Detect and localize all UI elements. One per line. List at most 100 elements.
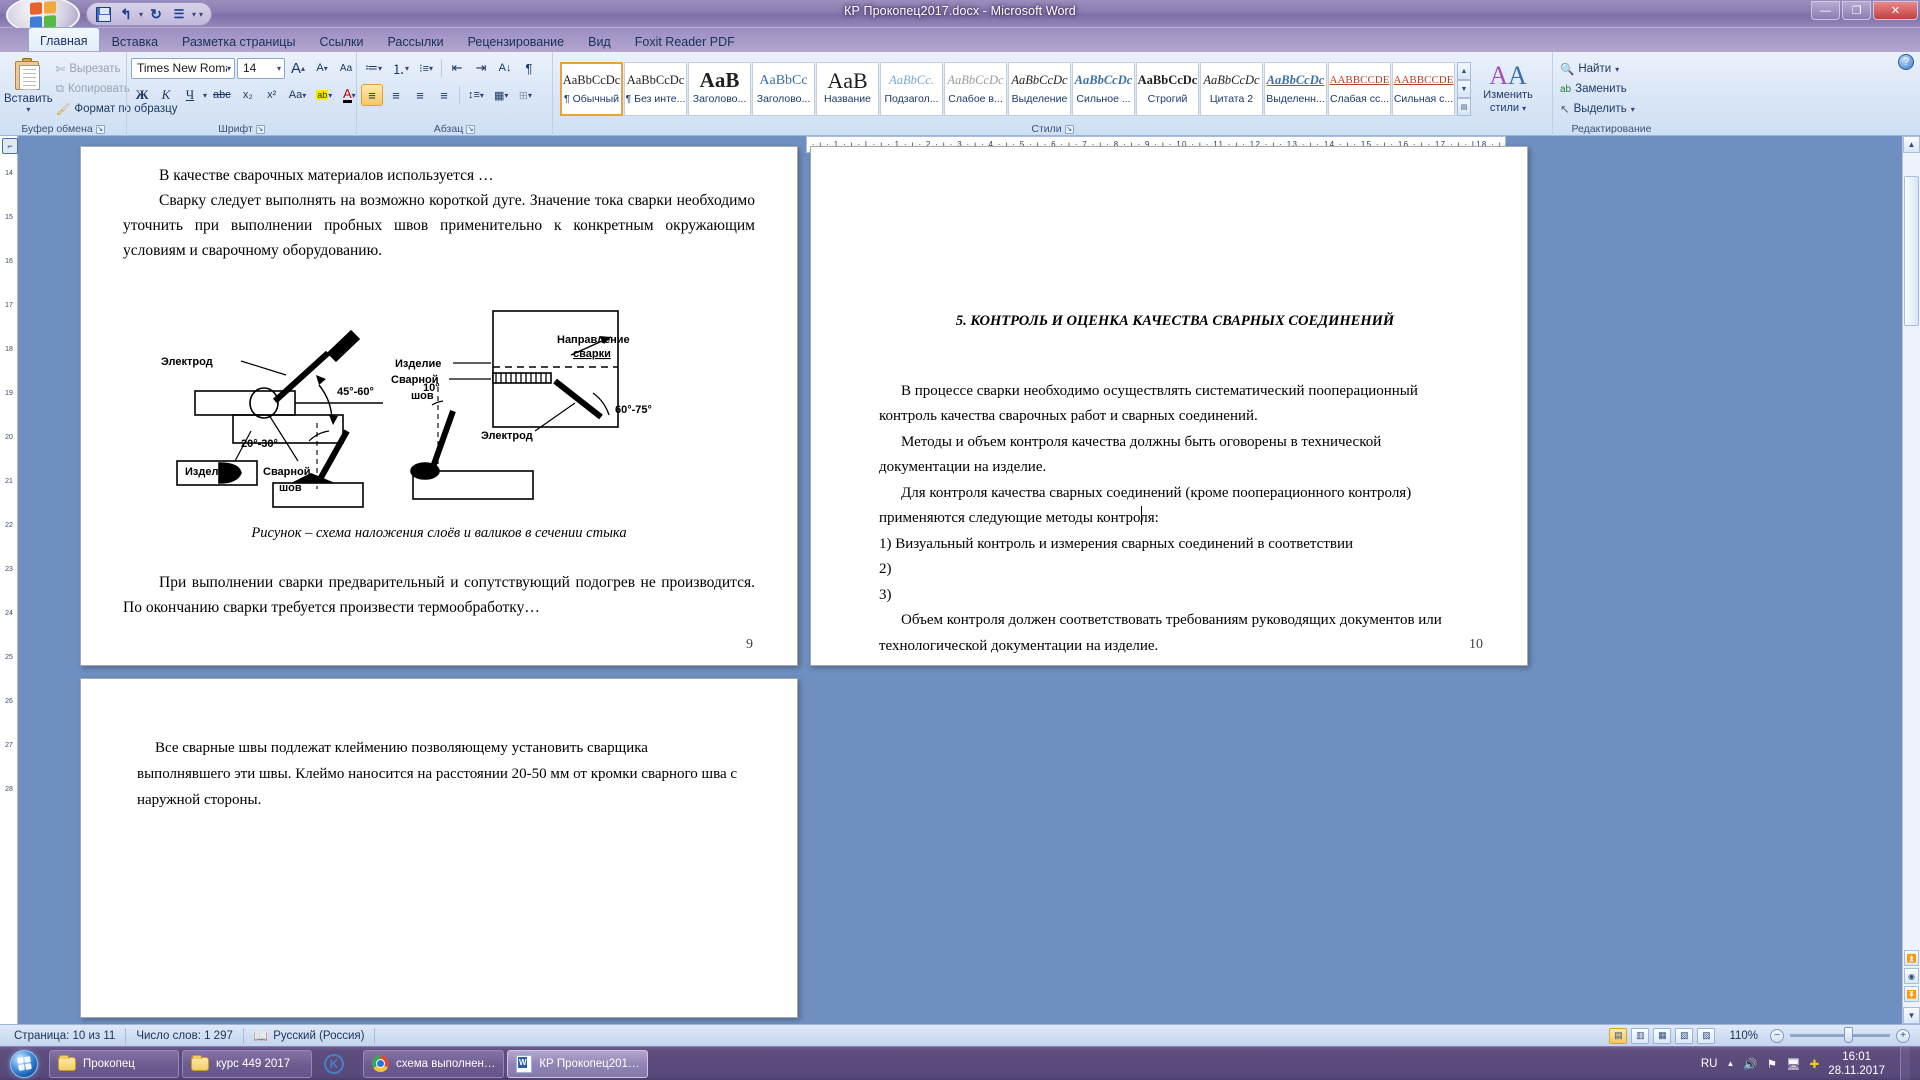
zoom-track[interactable]: [1790, 1027, 1890, 1043]
align-center-button[interactable]: ≡: [385, 84, 407, 106]
paste-button[interactable]: Вставить ▾: [4, 56, 53, 114]
vertical-ruler[interactable]: 14 15 16 17 18 19 20 21 22 23 24 25 26 2…: [0, 136, 18, 1024]
language-indicator[interactable]: RU: [1701, 1058, 1718, 1070]
tab-rassylki[interactable]: Рассылки: [375, 29, 455, 51]
style-item-vydelenie[interactable]: AaBbCcDc Выделение: [1008, 62, 1071, 116]
borders-button[interactable]: ⊞ ▾: [514, 84, 536, 106]
clock[interactable]: 16:01 28.11.2017: [1828, 1050, 1885, 1078]
previous-page-icon[interactable]: ⏫: [1904, 950, 1919, 966]
scroll-thumb[interactable]: [1904, 176, 1919, 326]
clear-formatting-button[interactable]: Aa: [335, 57, 357, 79]
multilevel-list-button[interactable]: ⁝≡ ▾: [415, 57, 437, 79]
select-browse-object-icon[interactable]: ◉: [1904, 968, 1919, 984]
line-spacing-button[interactable]: ↕≡ ▾: [464, 84, 488, 106]
scroll-up-icon[interactable]: ▲: [1903, 136, 1920, 153]
show-formatting-marks-button[interactable]: ¶: [518, 57, 540, 79]
underline-button[interactable]: Ч: [179, 84, 201, 106]
shading-button[interactable]: ▦ ▾: [490, 84, 512, 106]
tab-vstavka[interactable]: Вставка: [100, 29, 170, 51]
tab-foxit-reader-pdf[interactable]: Foxit Reader PDF: [623, 29, 747, 51]
network-icon[interactable]: ⚑: [1767, 1057, 1777, 1071]
style-item-obychnyy[interactable]: AaBbCcDc ¶ Обычный: [560, 62, 623, 116]
start-button[interactable]: [2, 1048, 46, 1079]
styles-scroll-down-icon[interactable]: ▼: [1457, 80, 1471, 98]
maximize-button[interactable]: ❐: [1842, 1, 1871, 20]
clipboard-dialog-launcher[interactable]: ↘: [95, 124, 105, 134]
style-item-nazvanie[interactable]: AaB Название: [816, 62, 879, 116]
help-icon[interactable]: ?: [1898, 54, 1914, 70]
view-print-layout-button[interactable]: ▤: [1609, 1027, 1628, 1044]
view-web-layout-button[interactable]: ▦: [1653, 1027, 1672, 1044]
tab-recenzirovanie[interactable]: Рецензирование: [456, 29, 577, 51]
status-word-count[interactable]: Число слов: 1 297: [126, 1027, 244, 1044]
view-full-screen-reading-button[interactable]: ▥: [1631, 1027, 1650, 1044]
italic-button[interactable]: К: [155, 84, 177, 106]
monitor-icon[interactable]: 🖥: [1786, 1057, 1801, 1071]
replace-button[interactable]: ab Заменить: [1557, 79, 1630, 99]
paragraph-dialog-launcher[interactable]: ↘: [466, 124, 476, 134]
tab-glavnaya[interactable]: Главная: [28, 27, 100, 51]
strikethrough-button[interactable]: abc: [209, 84, 235, 106]
style-item-strogiy[interactable]: AaBbCcDc Строгий: [1136, 62, 1199, 116]
tab-razmetka[interactable]: Разметка страницы: [170, 29, 307, 51]
style-item-bez-intervala[interactable]: AaBbCcDc ¶ Без инте...: [624, 62, 687, 116]
style-item-podzagolovok[interactable]: AaBbCc. Подзагол...: [880, 62, 943, 116]
zoom-thumb[interactable]: [1844, 1027, 1853, 1043]
decrease-indent-button[interactable]: ⇤: [446, 57, 468, 79]
document-page-11[interactable]: Все сварные швы подлежат клеймению позво…: [80, 678, 798, 1018]
show-desktop-button[interactable]: [1900, 1046, 1910, 1080]
scroll-down-icon[interactable]: ▼: [1903, 1007, 1920, 1024]
style-item-slaboe-vydelenie[interactable]: AaBbCcDc Слабое в...: [944, 62, 1007, 116]
style-item-zagolovok-2[interactable]: AaBbCc Заголово...: [752, 62, 815, 116]
superscript-button[interactable]: x²: [261, 84, 283, 106]
status-page-indicator[interactable]: Страница: 10 из 11: [4, 1027, 127, 1044]
document-page-9[interactable]: В качестве сварочных материалов использу…: [80, 146, 798, 666]
bullets-button[interactable]: ≔ ▾: [361, 57, 386, 79]
next-page-icon[interactable]: ⏬: [1904, 986, 1919, 1002]
styles-gallery[interactable]: AaBbCcDc ¶ Обычный AaBbCcDc ¶ Без инте..…: [557, 60, 1538, 118]
bold-button[interactable]: Ж: [131, 84, 153, 106]
tab-stop-selector[interactable]: ⌐: [2, 138, 18, 154]
view-draft-button[interactable]: ▨: [1697, 1027, 1716, 1044]
font-size-dropdown-icon[interactable]: ▾: [277, 64, 281, 73]
taskbar-item-chrome[interactable]: схема выполнен…: [363, 1049, 505, 1078]
style-item-citata-2[interactable]: AaBbCcDc Цитата 2: [1200, 62, 1263, 116]
status-language[interactable]: 📖 Русский (Россия): [244, 1027, 376, 1044]
font-size-combo[interactable]: 14 ▾: [237, 57, 285, 79]
styles-dialog-launcher[interactable]: ↘: [1064, 124, 1074, 134]
tab-vid[interactable]: Вид: [576, 29, 623, 51]
taskbar-item-prokopec[interactable]: Прокопец: [49, 1049, 179, 1078]
font-name-dropdown-icon[interactable]: ▾: [227, 64, 231, 73]
taskbar-item-word[interactable]: КР Прокопец201…: [507, 1049, 649, 1078]
document-canvas[interactable]: 2 · ı · 1 · ı · ȴ · ı · 1 · ı · 2 · ı · …: [18, 136, 1902, 1024]
volume-icon[interactable]: 🔊: [1743, 1057, 1757, 1071]
styles-scroll-up-icon[interactable]: ▲: [1457, 62, 1471, 80]
align-left-button[interactable]: ≡: [361, 84, 383, 106]
find-button[interactable]: 🔍 Найти ▾: [1557, 59, 1622, 79]
underline-dropdown-icon[interactable]: ▾: [203, 91, 207, 100]
align-right-button[interactable]: ≡: [409, 84, 431, 106]
styles-gallery-scroll[interactable]: ▲ ▼ ▤: [1457, 62, 1471, 116]
select-button[interactable]: ↖ Выделить ▾: [1557, 99, 1638, 119]
increase-indent-button[interactable]: ⇥: [470, 57, 492, 79]
vertical-scrollbar[interactable]: ▲ ⏫ ◉ ⏬ ▼: [1902, 136, 1920, 1024]
font-name-combo[interactable]: Times New Roman ▾: [131, 57, 235, 79]
view-outline-button[interactable]: ▧: [1675, 1027, 1694, 1044]
zoom-in-button[interactable]: +: [1896, 1028, 1910, 1043]
update-icon[interactable]: ✚: [1810, 1057, 1820, 1071]
shrink-font-button[interactable]: A ▾: [311, 57, 333, 79]
zoom-out-button[interactable]: −: [1770, 1028, 1784, 1043]
style-item-vydelennaya-citata[interactable]: AaBbCcDc Выделенн...: [1264, 62, 1327, 116]
styles-more-icon[interactable]: ▤: [1457, 98, 1471, 116]
close-button[interactable]: ✕: [1873, 1, 1918, 20]
style-item-silnoe-vydelenie[interactable]: AaBbCcDc Сильное ...: [1072, 62, 1135, 116]
font-dialog-launcher[interactable]: ↘: [255, 124, 265, 134]
justify-button[interactable]: ≡: [433, 84, 455, 106]
paste-dropdown-icon[interactable]: ▾: [26, 105, 30, 114]
taskbar-item-kurs-449-2017[interactable]: курс 449 2017: [182, 1049, 312, 1078]
tab-ssylki[interactable]: Ссылки: [307, 29, 375, 51]
grow-font-button[interactable]: A ▴: [287, 57, 309, 79]
taskbar-item-kompas[interactable]: K: [315, 1050, 360, 1078]
text-highlight-button[interactable]: ab ▾: [312, 84, 336, 106]
zoom-slider[interactable]: − +: [1770, 1027, 1910, 1043]
